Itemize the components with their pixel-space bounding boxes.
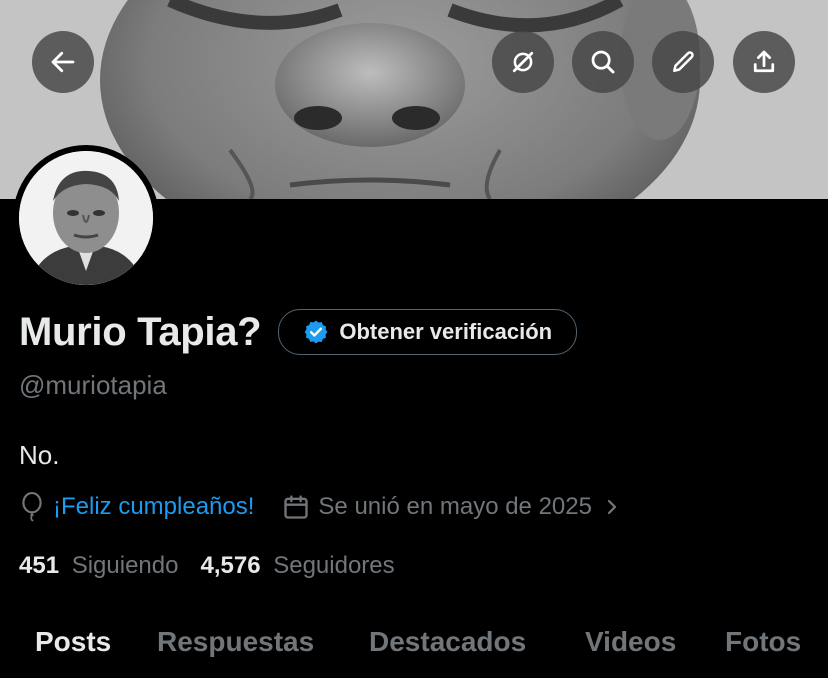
tab-fotos[interactable]: Fotos bbox=[725, 626, 801, 658]
get-verified-button[interactable]: Obtener verificación bbox=[278, 309, 578, 355]
birthday-link[interactable]: ¡Feliz cumpleaños! bbox=[53, 493, 254, 521]
username-handle: @muriotapia bbox=[19, 370, 167, 400]
tab-respuestas[interactable]: Respuestas bbox=[157, 626, 314, 658]
followers-link[interactable]: 4,576 Seguidores bbox=[200, 552, 394, 580]
following-label: Siguiendo bbox=[71, 552, 179, 579]
back-button[interactable] bbox=[32, 31, 94, 93]
pencil-icon bbox=[673, 51, 694, 72]
grok-icon bbox=[512, 51, 534, 73]
follow-stats: 451 Siguiendo 4,576 Seguidores bbox=[19, 552, 395, 580]
following-link[interactable]: 451 Siguiendo bbox=[19, 552, 178, 580]
tab-posts[interactable]: Posts bbox=[35, 626, 111, 658]
tab-destacados[interactable]: Destacados bbox=[369, 626, 526, 658]
calendar-icon bbox=[284, 495, 309, 519]
profile-tabs: Posts Respuestas Destacados Videos Fotos bbox=[0, 622, 828, 678]
tab-videos[interactable]: Videos bbox=[585, 626, 676, 658]
avatar-photo bbox=[19, 151, 153, 285]
following-count: 451 bbox=[19, 552, 60, 579]
avatar bbox=[19, 151, 153, 285]
profile-meta-row: ¡Feliz cumpleaños! Se unió en mayo de 20… bbox=[19, 492, 622, 522]
bio-text: No. bbox=[19, 440, 60, 470]
display-name: Murio Tapia? bbox=[19, 309, 262, 354]
avatar-container[interactable] bbox=[13, 145, 159, 291]
share-icon bbox=[753, 50, 775, 73]
joined-date[interactable]: Se unió en mayo de 2025 bbox=[318, 493, 592, 521]
edit-button[interactable] bbox=[652, 31, 714, 93]
followers-label: Seguidores bbox=[273, 552, 395, 579]
balloon-icon bbox=[22, 492, 42, 522]
search-button[interactable] bbox=[572, 31, 634, 93]
share-button[interactable] bbox=[733, 31, 795, 93]
arrow-left-icon bbox=[51, 51, 75, 73]
get-verified-label: Obtener verificación bbox=[339, 319, 553, 344]
grok-button[interactable] bbox=[492, 31, 554, 93]
chevron-right-icon[interactable] bbox=[602, 495, 622, 519]
verified-badge-icon bbox=[304, 320, 328, 344]
followers-count: 4,576 bbox=[200, 552, 261, 579]
name-row: Murio Tapia? Obtener verificación bbox=[19, 309, 578, 355]
search-icon bbox=[591, 50, 615, 74]
